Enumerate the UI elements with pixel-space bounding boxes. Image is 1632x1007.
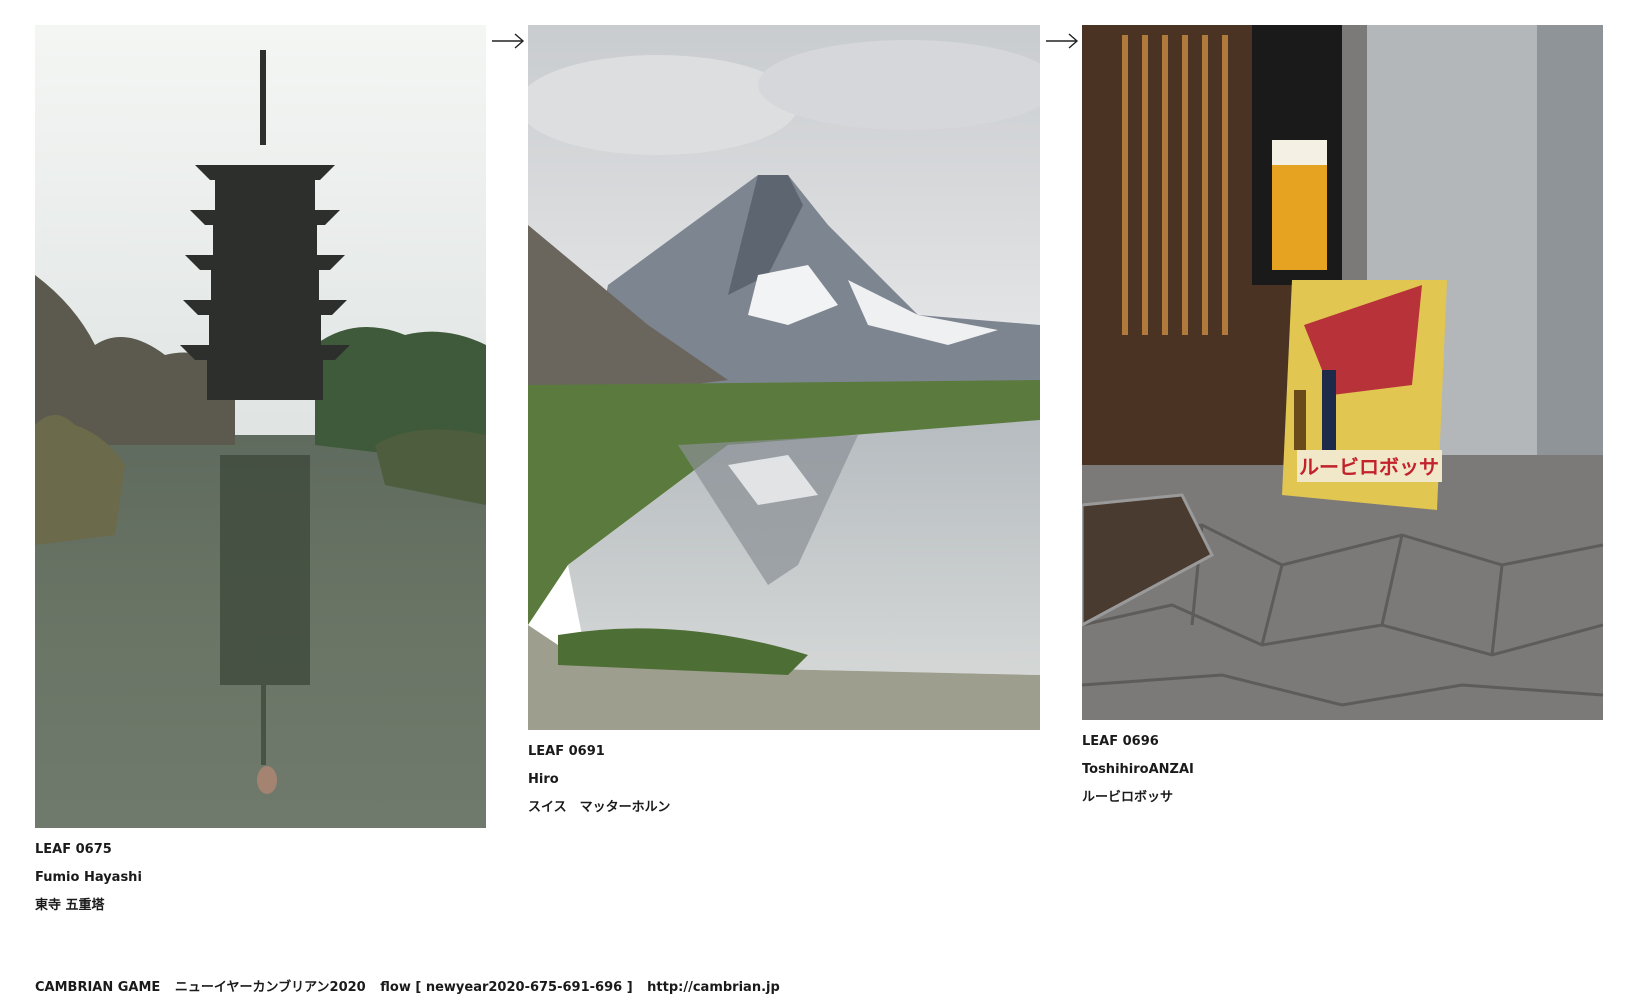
leaf-author[interactable]: ToshihiroANZAI: [1082, 756, 1603, 784]
beer-poster-photo[interactable]: ルービロボッサ: [1082, 25, 1603, 720]
footer: CAMBRIAN GAME ニューイヤーカンブリアン2020 flow [ ne…: [35, 976, 790, 995]
footer-game-name: CAMBRIAN GAME: [35, 980, 161, 995]
footer-flow-id: flow [ newyear2020-675-691-696 ]: [380, 980, 633, 995]
leaf-id-label: LEAF 0691: [528, 744, 605, 759]
arrow-right-icon: [491, 30, 525, 52]
leaf-card-0691: LEAF 0691 Hiro スイス マッターホルン: [528, 25, 1040, 822]
leaf-author[interactable]: Fumio Hayashi: [35, 864, 486, 892]
leaf-title: ルービロボッサ: [1082, 790, 1174, 805]
arrow-right-icon: [1045, 30, 1079, 52]
leaf-card-0675: LEAF 0675 Fumio Hayashi 東寺 五重塔: [35, 25, 486, 920]
leaf-id-label: LEAF 0696: [1082, 734, 1159, 749]
leaf-card-0696: ルービロボッサ LEAF 0696 ToshihiroANZAI ルービロボッサ: [1082, 25, 1603, 812]
footer-event-name: ニューイヤーカンブリアン2020: [174, 980, 366, 995]
leaf-title: スイス マッターホルン: [528, 800, 671, 815]
poster-text: ルービロボッサ: [1299, 455, 1439, 479]
pagoda-photo[interactable]: [35, 25, 486, 828]
matterhorn-photo[interactable]: [528, 25, 1040, 730]
leaf-id-label: LEAF 0675: [35, 842, 112, 857]
leaf-author[interactable]: Hiro: [528, 766, 1040, 794]
footer-site-link[interactable]: http://cambrian.jp: [647, 980, 780, 995]
leaf-title: 東寺 五重塔: [35, 898, 105, 913]
